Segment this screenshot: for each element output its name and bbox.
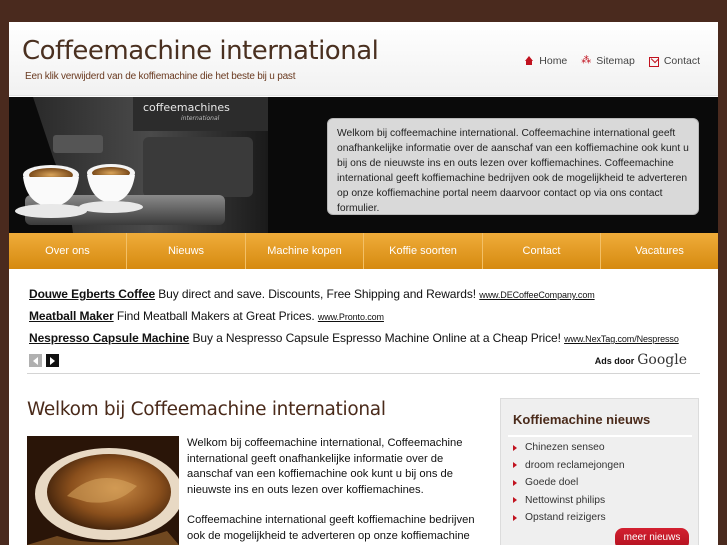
home-icon	[524, 56, 534, 66]
top-navigation: Home ⁂ Sitemap Contact	[524, 55, 700, 67]
arrow-right-icon	[513, 497, 517, 504]
content-paragraph: Coffeemachine international geeft koffie…	[187, 514, 475, 542]
news-item[interactable]: Opstand reizigers	[513, 509, 625, 527]
banner: coffeemachines international Welkom bij …	[9, 97, 718, 233]
ad-title[interactable]: Nespresso Capsule Machine	[29, 331, 189, 345]
ads-by-label: Ads door	[594, 356, 635, 366]
news-item-label: droom reclamejongen	[525, 459, 625, 471]
coffee-cup-image	[27, 436, 179, 545]
nav-vacatures[interactable]: Vacatures	[601, 233, 718, 269]
news-item[interactable]: Goede doel	[513, 474, 625, 492]
ad-title[interactable]: Meatball Maker	[29, 309, 114, 323]
ad-text: Buy direct and save. Discounts, Free Shi…	[158, 287, 476, 301]
sitemap-link-label: Sitemap	[596, 55, 635, 67]
ad-next-button[interactable]	[46, 354, 59, 367]
sitemap-link[interactable]: ⁂ Sitemap	[581, 55, 635, 67]
news-item[interactable]: Nettowinst philips	[513, 492, 625, 510]
news-list: Chinezen senseo droom reclamejongen Goed…	[513, 439, 625, 527]
contact-link-label: Contact	[663, 55, 700, 67]
ad-item[interactable]: Douwe Egberts Coffee Buy direct and save…	[29, 287, 699, 309]
home-link-label: Home	[539, 55, 568, 67]
machine-brand-text: coffeemachines	[143, 101, 230, 114]
banner-intro-text: Welkom bij coffeemachine international. …	[327, 118, 699, 215]
arrow-right-icon	[513, 444, 517, 451]
google-logo: Google	[637, 352, 687, 368]
coffee-machine-image: coffeemachines international	[13, 97, 268, 233]
mail-icon	[648, 56, 659, 67]
site-header: Coffeemachine international Een klik ver…	[9, 22, 718, 96]
arrow-right-icon	[513, 514, 517, 521]
nav-nieuws[interactable]: Nieuws	[127, 233, 246, 269]
sidebar-title: Koffiemachine nieuws	[513, 412, 651, 427]
ad-item[interactable]: Nespresso Capsule Machine Buy a Nespress…	[29, 331, 699, 353]
nav-over-ons[interactable]: Over ons	[9, 233, 127, 269]
arrow-right-icon	[513, 462, 517, 469]
ad-prev-button[interactable]	[29, 354, 42, 367]
news-item-label: Goede doel	[525, 477, 579, 489]
content-body: Welkom bij coffeemachine international, …	[187, 436, 487, 545]
site-tagline: Een klik verwijderd van de koffiemachine…	[25, 71, 296, 82]
chevron-right-icon	[50, 356, 55, 365]
divider	[508, 435, 692, 437]
news-sidebar: Koffiemachine nieuws Chinezen senseo dro…	[500, 398, 699, 545]
ad-url[interactable]: www.NexTag.com/Nespresso	[564, 334, 679, 344]
ad-pager	[29, 354, 59, 367]
main-navigation: Over ons Nieuws Machine kopen Koffie soo…	[9, 233, 718, 269]
ad-url[interactable]: www.Pronto.com	[318, 312, 384, 322]
arrow-right-icon	[513, 479, 517, 486]
content-title: Welkom bij Coffeemachine international	[27, 399, 386, 420]
ad-text: Buy a Nespresso Capsule Espresso Machine…	[192, 331, 561, 345]
ads-by-google[interactable]: Ads door Google	[595, 352, 687, 368]
news-item-label: Nettowinst philips	[525, 494, 606, 506]
nav-machine-kopen[interactable]: Machine kopen	[246, 233, 364, 269]
site-title[interactable]: Coffeemachine international	[22, 36, 379, 66]
divider	[27, 373, 700, 374]
ad-url[interactable]: www.DECoffeeCompany.com	[479, 290, 595, 300]
nav-contact[interactable]: Contact	[483, 233, 601, 269]
contact-link[interactable]: Contact	[648, 55, 700, 67]
content-paragraph: Welkom bij coffeemachine international, …	[187, 437, 463, 496]
machine-brand-subtext: international	[181, 115, 220, 122]
ad-title[interactable]: Douwe Egberts Coffee	[29, 287, 155, 301]
ad-text: Find Meatball Makers at Great Prices.	[116, 309, 315, 323]
chevron-left-icon	[33, 356, 38, 365]
news-item[interactable]: droom reclamejongen	[513, 457, 625, 475]
news-item-label: Opstand reizigers	[525, 512, 606, 524]
ad-item[interactable]: Meatball Maker Find Meatball Makers at G…	[29, 309, 699, 331]
sitemap-icon: ⁂	[581, 55, 592, 66]
more-news-button[interactable]: meer nieuws	[615, 528, 689, 545]
page: Coffeemachine international Een klik ver…	[9, 22, 718, 545]
news-item-label: Chinezen senseo	[525, 442, 605, 454]
nav-koffie-soorten[interactable]: Koffie soorten	[364, 233, 483, 269]
news-item[interactable]: Chinezen senseo	[513, 439, 625, 457]
ad-block: Douwe Egberts Coffee Buy direct and save…	[29, 287, 699, 353]
home-link[interactable]: Home	[524, 55, 567, 67]
